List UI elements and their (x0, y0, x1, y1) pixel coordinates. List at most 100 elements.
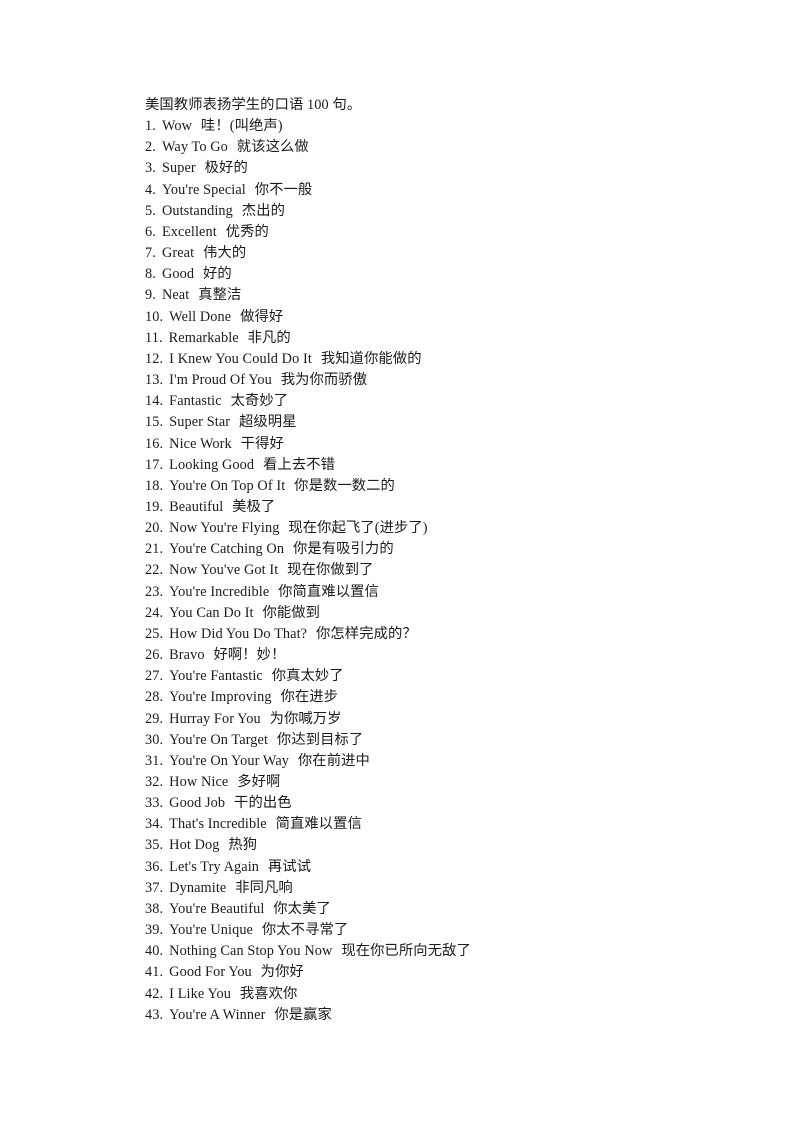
phrase-number: 22. (145, 562, 164, 579)
phrase-number: 25. (145, 625, 164, 642)
phrase-chinese: 热狗 (228, 837, 258, 854)
phrase-english: Fantastic (169, 393, 222, 410)
list-item: 15. Super Star 超级明星 (145, 412, 665, 433)
phrase-number: 24. (145, 604, 164, 621)
document-body: 美国教师表扬学生的口语 100 句。 1. Wow 哇！(叫绝声) 2. Way To … (145, 95, 665, 1026)
phrase-number: 30. (145, 731, 164, 748)
list-item: 4. You're Special 你不一般 (145, 180, 665, 201)
phrase-chinese: 你是数一数二的 (294, 477, 395, 494)
phrase-chinese: 太奇妙了 (230, 393, 289, 410)
list-item: 33. Good Job 干的出色 (145, 793, 665, 814)
phrase-chinese: 现在你起飞了(进步了) (288, 520, 428, 537)
list-item: 1. Wow 哇！(叫绝声) (145, 116, 665, 137)
list-item: 39. You're Unique 你太不寻常了 (145, 920, 665, 941)
phrase-english: How Did You Do That? (169, 625, 308, 642)
phrase-chinese: 你不一般 (254, 181, 313, 198)
phrase-english: Good Job (169, 795, 226, 812)
phrase-english: You're On Target (169, 731, 269, 748)
phrase-chinese: 简直难以置信 (275, 816, 362, 833)
phrase-chinese: 为你喊万岁 (269, 710, 342, 727)
phrase-chinese: 你在进步 (280, 689, 339, 706)
list-item: 18. You're On Top Of It 你是数一数二的 (145, 476, 665, 497)
phrase-english: That's Incredible (169, 816, 267, 833)
list-item: 42. I Like You 我喜欢你 (145, 984, 665, 1005)
list-item: 10. Well Done 做得好 (145, 307, 665, 328)
phrase-chinese: 现在你做到了 (287, 562, 374, 579)
phrase-chinese: 我为你而骄傲 (280, 372, 368, 389)
phrase-chinese: 极好的 (204, 160, 248, 177)
phrase-number: 31. (145, 752, 164, 769)
phrase-number: 11. (145, 329, 163, 346)
phrase-number: 14. (145, 393, 164, 410)
phrase-english: I Knew You Could Do It (169, 350, 312, 367)
phrase-english: Good (161, 266, 195, 283)
phrase-number: 18. (145, 477, 164, 494)
phrase-english: Hot Dog (169, 837, 220, 854)
list-item: 34. That's Incredible 简直难以置信 (145, 814, 665, 835)
phrase-english: Remarkable (168, 329, 239, 346)
phrase-number: 2. (145, 139, 156, 156)
list-item: 31. You're On Your Way 你在前进中 (145, 751, 665, 772)
list-item: 28. You're Improving 你在进步 (145, 687, 665, 708)
phrase-english: Super (161, 160, 196, 177)
list-item: 41. Good For You 为你好 (145, 962, 665, 983)
phrase-number: 40. (145, 943, 164, 960)
phrase-number: 35. (145, 837, 164, 854)
phrase-english: Dynamite (169, 879, 227, 896)
phrase-number: 5. (145, 202, 156, 219)
phrase-number: 38. (145, 900, 164, 917)
phrase-number: 15. (145, 414, 164, 431)
phrase-number: 4. (145, 181, 156, 198)
list-item: 9. Neat 真整洁 (145, 285, 665, 306)
list-item: 5. Outstanding 杰出的 (145, 201, 665, 222)
phrase-number: 33. (145, 795, 164, 812)
phrase-english: You're Catching On (169, 541, 285, 558)
phrase-english: Looking Good (169, 456, 255, 473)
phrase-chinese: 就该这么做 (236, 139, 309, 156)
phrase-number: 20. (145, 520, 164, 537)
phrase-chinese: 现在你已所向无敌了 (341, 943, 471, 960)
phrase-chinese: 真整洁 (198, 287, 242, 304)
phrase-chinese: 你达到目标了 (276, 731, 364, 748)
list-item: 20. Now You're Flying 现在你起飞了(进步了) (145, 518, 665, 539)
phrase-english: Good For You (169, 964, 252, 981)
phrase-number: 28. (145, 689, 164, 706)
list-item: 21. You're Catching On 你是有吸引力的 (145, 539, 665, 560)
phrase-chinese: 伟大的 (203, 245, 247, 262)
list-item: 23. You're Incredible 你简直难以置信 (145, 582, 665, 603)
phrase-chinese: 你太不寻常了 (261, 922, 349, 939)
phrase-list: 1. Wow 哇！(叫绝声) 2. Way To Go 就该这么做 3. Super 极好的 4.… (145, 116, 665, 1026)
phrase-number: 13. (145, 372, 164, 389)
list-item: 29. Hurray For You 为你喊万岁 (145, 709, 665, 730)
phrase-english: Nice Work (169, 435, 232, 452)
phrase-english: Well Done (169, 308, 232, 325)
phrase-english: Outstanding (161, 202, 233, 219)
phrase-chinese: 好的 (202, 266, 232, 283)
phrase-english: I Like You (169, 985, 231, 1002)
list-item: 8. Good 好的 (145, 264, 665, 285)
phrase-chinese: 优秀的 (225, 223, 269, 240)
list-item: 17. Looking Good 看上去不错 (145, 455, 665, 476)
phrase-number: 21. (145, 541, 164, 558)
list-item: 3. Super 极好的 (145, 158, 665, 179)
phrase-english: You're Incredible (169, 583, 270, 600)
phrase-chinese: 你能做到 (262, 604, 321, 621)
list-item: 38. You're Beautiful 你太美了 (145, 899, 665, 920)
phrase-chinese: 哇！(叫绝声) (200, 118, 283, 135)
list-item: 43. You're A Winner 你是赢家 (145, 1005, 665, 1026)
phrase-english: I'm Proud Of You (169, 372, 272, 389)
phrase-english: You're Improving (169, 689, 272, 706)
phrase-number: 10. (145, 308, 164, 325)
phrase-english: You're Fantastic (169, 668, 263, 685)
phrase-chinese: 你真太妙了 (271, 668, 344, 685)
phrase-english: You Can Do It (169, 604, 254, 621)
phrase-english: You're On Your Way (169, 752, 290, 769)
phrase-number: 29. (145, 710, 164, 727)
phrase-chinese: 为你好 (260, 964, 304, 981)
phrase-number: 26. (145, 647, 164, 664)
phrase-chinese: 你是有吸引力的 (292, 541, 394, 558)
document-page: 美国教师表扬学生的口语 100 句。 1. Wow 哇！(叫绝声) 2. Way To … (0, 0, 800, 1132)
list-item: 2. Way To Go 就该这么做 (145, 137, 665, 158)
phrase-number: 39. (145, 922, 164, 939)
phrase-number: 36. (145, 858, 164, 875)
